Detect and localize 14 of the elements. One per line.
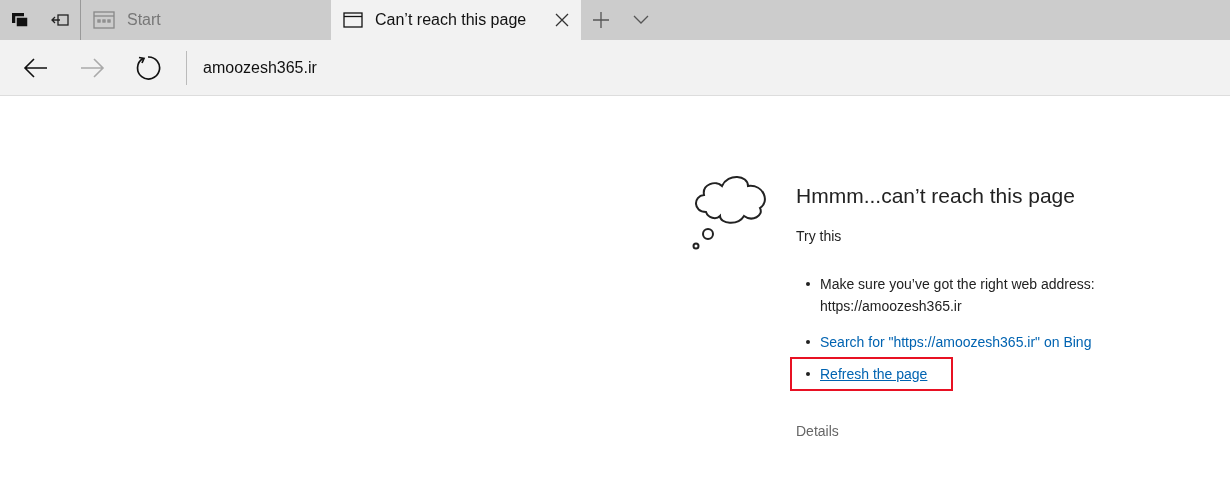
page-icon [343,12,363,28]
bullet-icon [806,339,810,344]
suggestion-link[interactable]: Search for "https://amoozesh365.ir" on Bing [820,330,1092,353]
bullet-icon [806,281,810,286]
browser-tab[interactable]: Can’t reach this page [331,0,581,40]
error-heading: Hmmm...can’t reach this page [796,183,1076,209]
start-page-icon [93,11,115,29]
bullet-icon [806,371,810,376]
suggestion-link[interactable]: Refresh the page [820,362,928,385]
try-this-label: Try this [796,226,843,246]
address-field[interactable]: amoozesh365.ir [186,50,317,85]
close-icon[interactable] [555,13,569,27]
suggestion-text: Make sure you’ve got the right web address: https://amoozesh365.ir [820,274,1095,316]
details-link[interactable]: Details [796,420,839,442]
